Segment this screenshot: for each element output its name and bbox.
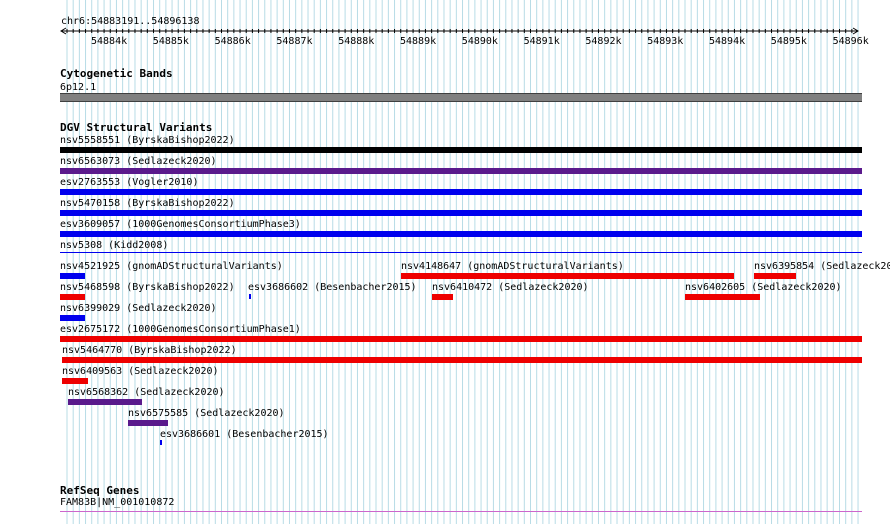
dgv-feature-bar[interactable] [432, 294, 453, 300]
dgv-feature-label[interactable]: nsv6395854 (Sedlazeck2020) [754, 261, 890, 272]
dgv-feature-bar[interactable] [249, 294, 251, 299]
ruler-tick-label: 54891k [523, 36, 560, 47]
dgv-feature-bar[interactable] [62, 357, 862, 363]
refseq-gene-line[interactable] [60, 511, 862, 512]
ruler-tick-label: 54887k [276, 36, 313, 47]
cytoband-bar[interactable] [60, 93, 862, 102]
dgv-feature-bar[interactable] [60, 294, 85, 300]
ruler-axis [60, 27, 859, 35]
ruler-tick-label: 54884k [91, 36, 128, 47]
dgv-feature-bar[interactable] [754, 273, 796, 279]
dgv-feature-bar[interactable] [60, 231, 862, 237]
dgv-feature-label[interactable]: nsv6402605 (Sedlazeck2020) [685, 282, 842, 293]
refseq-track-title: RefSeq Genes [60, 484, 140, 497]
dgv-feature-label[interactable]: nsv5558551 (ByrskaBishop2022) [60, 135, 235, 146]
dgv-feature-bar[interactable] [60, 147, 862, 153]
dgv-feature-label[interactable]: esv2763553 (Vogler2010) [60, 177, 198, 188]
dgv-feature-label[interactable]: nsv6568362 (Sedlazeck2020) [68, 387, 225, 398]
dgv-feature-label[interactable]: nsv5308 (Kidd2008) [60, 240, 168, 251]
dgv-feature-label[interactable]: nsv5468598 (ByrskaBishop2022) [60, 282, 235, 293]
dgv-feature-bar[interactable] [60, 273, 85, 279]
dgv-feature-label[interactable]: nsv6575585 (Sedlazeck2020) [128, 408, 285, 419]
dgv-feature-bar[interactable] [68, 399, 142, 405]
dgv-feature-label[interactable]: nsv6399029 (Sedlazeck2020) [60, 303, 217, 314]
cytoband-track-title: Cytogenetic Bands [60, 67, 173, 80]
dgv-feature-bar[interactable] [128, 420, 168, 426]
dgv-feature-label[interactable]: nsv6410472 (Sedlazeck2020) [432, 282, 589, 293]
dgv-feature-label[interactable]: nsv4521925 (gnomADStructuralVariants) [60, 261, 283, 272]
dgv-feature-label[interactable]: esv3609057 (1000GenomesConsortiumPhase3) [60, 219, 301, 230]
dgv-feature-bar[interactable] [685, 294, 760, 300]
dgv-feature-bar[interactable] [60, 336, 862, 342]
dgv-feature-label[interactable]: nsv6409563 (Sedlazeck2020) [62, 366, 219, 377]
dgv-feature-bar[interactable] [401, 273, 734, 279]
dgv-feature-label[interactable]: nsv4148647 (gnomADStructuralVariants) [401, 261, 624, 272]
dgv-feature-label[interactable]: nsv6563073 (Sedlazeck2020) [60, 156, 217, 167]
ruler-tick-label: 54889k [400, 36, 437, 47]
refseq-gene-label[interactable]: FAM83B|NM_001010872 [60, 497, 174, 508]
ruler-tick-label: 54895k [770, 36, 807, 47]
ruler-tick-label: 54892k [585, 36, 622, 47]
ruler-tick-label: 54885k [152, 36, 189, 47]
cytoband-label: 6p12.1 [60, 82, 97, 93]
ruler-tick-label: 54888k [338, 36, 375, 47]
ruler-tick-label: 54893k [647, 36, 684, 47]
dgv-track-title: DGV Structural Variants [60, 121, 213, 134]
dgv-feature-bar[interactable] [60, 252, 862, 253]
ruler-tick-label: 54886k [214, 36, 251, 47]
dgv-feature-label[interactable]: nsv5464770 (ByrskaBishop2022) [62, 345, 237, 356]
dgv-feature-label[interactable]: esv3686602 (Besenbacher2015) [248, 282, 417, 293]
dgv-feature-bar[interactable] [160, 440, 162, 445]
dgv-feature-bar[interactable] [60, 315, 85, 321]
dgv-feature-label[interactable]: nsv5470158 (ByrskaBishop2022) [60, 198, 235, 209]
ruler-tick-label: 54894k [709, 36, 746, 47]
dgv-feature-label[interactable]: esv2675172 (1000GenomesConsortiumPhase1) [60, 324, 301, 335]
ruler-tick-label: 54896k [832, 36, 869, 47]
dgv-feature-label[interactable]: esv3686601 (Besenbacher2015) [160, 429, 329, 440]
dgv-feature-bar[interactable] [60, 168, 862, 174]
ruler-tick-label: 54890k [461, 36, 498, 47]
dgv-feature-bar[interactable] [62, 378, 88, 384]
dgv-feature-bar[interactable] [60, 189, 862, 195]
dgv-feature-bar[interactable] [60, 210, 862, 216]
